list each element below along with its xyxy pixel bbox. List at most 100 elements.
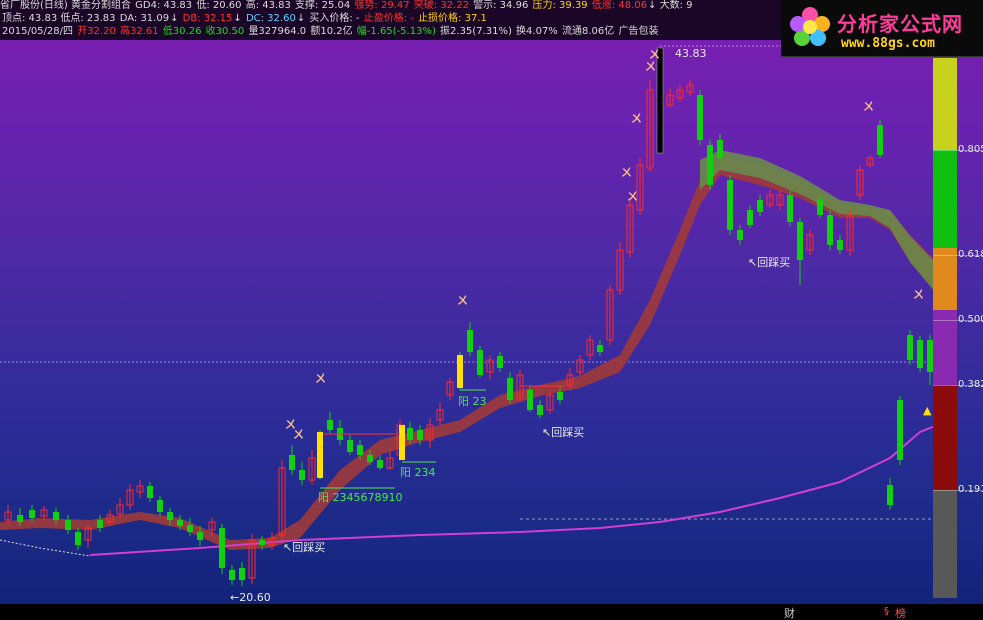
yang-signal-bar-2 [457, 355, 463, 388]
header-line-3: 2015/05/28/四 开32.20 高32.61 低30.26 收30.50… [2, 26, 659, 38]
candle-22-body [239, 568, 245, 580]
line3-field-6: 额10.2亿 [310, 26, 356, 37]
line1-field-3: 高: 43.83 [242, 0, 291, 11]
yang-label-2: 阳 234 [400, 466, 436, 479]
candle-14-body [157, 500, 163, 512]
candle-18-body [197, 532, 203, 540]
low-price-label: ←20.60 [230, 591, 271, 604]
line2-field-0: 顶点: 43.83 低点: 23.83 [2, 13, 116, 24]
line2-field-1: DA: 31.09 [116, 13, 170, 24]
line3-field-0: 2015/05/28/四 [2, 26, 77, 37]
trend-ribbon-green [700, 150, 935, 292]
sell-signal-icon-8: ㄨ [649, 48, 660, 61]
candle-6-body [75, 532, 81, 545]
candle-31-body [327, 420, 333, 430]
line2-field-5: DC: 32.60 [245, 13, 296, 24]
candle-39-body [407, 428, 413, 440]
candle-20-body [219, 528, 225, 568]
line2-field-8: 止盈价格: - [363, 13, 418, 24]
fib-label-3: 0.382 [958, 379, 983, 390]
candle-81-body [827, 215, 833, 245]
sell-signal-icon-7: ㄨ [645, 60, 656, 73]
yang-signal-bar-0 [317, 432, 323, 478]
bottom-tab-bar: 财 § 榜 [0, 604, 983, 620]
tab-ranking[interactable]: 榜 [895, 605, 906, 620]
candle-49-body [507, 378, 513, 400]
candle-1-body [17, 515, 23, 522]
sell-signal-icon-3: ㄨ [457, 294, 468, 307]
line3-field-2: 高32.61 [120, 26, 162, 37]
candle-82-body [837, 240, 843, 250]
tab-finance[interactable]: 财 [784, 605, 795, 620]
candle-77-body [787, 195, 793, 222]
candle-45-body [467, 330, 473, 352]
fib-label-4: 0.191 [958, 484, 983, 495]
candle-46-body [477, 350, 483, 375]
candle-87-body [887, 485, 893, 505]
candle-36-body [377, 460, 383, 468]
sell-signal-icon-1: ㄨ [293, 428, 304, 441]
candle-58-body [597, 345, 603, 352]
line2-field-9: 止损价格: 37.1 [418, 13, 487, 24]
candle-28-body [299, 470, 305, 480]
candle-17-body [187, 525, 193, 532]
tab-marker-icon: § [884, 606, 889, 617]
candle-73-body [747, 210, 753, 225]
fib-label-2: 0.500 [958, 314, 983, 325]
line2-field-4: ↓ [233, 13, 245, 24]
line1-field-5: 强势: 29.47 [351, 0, 410, 11]
candle-33-body [347, 440, 353, 452]
candle-78-body [797, 222, 803, 260]
scale-band-2 [933, 248, 957, 310]
fib-label-1: 0.618 [958, 249, 983, 260]
sell-signal-icon-2: ㄨ [315, 372, 326, 385]
flower-logo-icon [790, 7, 830, 46]
sell-signal-icon-5: ㄨ [627, 190, 638, 203]
candle-13-body [147, 486, 153, 498]
scale-band-0 [933, 58, 957, 150]
fib-label-0: 0.805 [958, 144, 983, 155]
line3-field-5: 量327964.0 [248, 26, 310, 37]
line1-field-6: 突破: 32.22 [410, 0, 469, 11]
line3-field-1: 开32.20 [77, 26, 119, 37]
sell-signal-icon-6: ㄨ [631, 112, 642, 125]
line1-field-1: GD4: 43.83 [131, 0, 193, 11]
pullback-buy-label-1: ↖回踩买 [283, 541, 325, 554]
logo-title: 分析家公式网 [837, 12, 963, 36]
line3-field-10: 流通8.06亿 [562, 26, 618, 37]
sell-signal-icon-9: ㄨ [863, 100, 874, 113]
logo-url: www.88gs.com [841, 36, 935, 51]
candle-8-body [97, 520, 103, 528]
scale-band-1 [933, 150, 957, 248]
candle-52-body [537, 405, 543, 415]
scale-band-4 [933, 385, 957, 490]
candle-27-body [289, 455, 295, 470]
yang-label-3: 阳 23 [458, 395, 487, 408]
candle-5-body [65, 520, 71, 530]
line3-field-11: 广告包装 [618, 26, 659, 37]
candle-2-body [29, 510, 35, 518]
kline-chart-svg[interactable]: ㄨㄨㄨㄨㄨㄨㄨㄨㄨㄨㄨㄨ▲43.83←20.60↖回踩买↖回踩买↖回踩买阳 23… [0, 0, 983, 604]
high-price-label: 43.83 [675, 47, 707, 60]
line2-field-2: ↓ [170, 13, 182, 24]
candle-86-body [877, 125, 883, 155]
line2-field-3: DB: 32.15 [182, 13, 233, 24]
scale-band-5 [933, 490, 957, 598]
sell-signal-icon-10: ㄨ [913, 288, 924, 301]
candle-24-body [259, 540, 265, 545]
line3-field-3: 低30.26 [162, 26, 205, 37]
pullback-buy-label-3: ↖回踩买 [748, 256, 790, 269]
pullback-buy-label-2: ↖回踩买 [542, 426, 584, 439]
candle-70-body [717, 140, 723, 158]
line1-field-2: 低: 20.60 [193, 0, 242, 11]
candle-34-body [357, 445, 363, 455]
candle-15-body [167, 512, 173, 520]
app-window: ㄨㄨㄨㄨㄨㄨㄨㄨㄨㄨㄨㄨ▲43.83←20.60↖回踩买↖回踩买↖回踩买阳 23… [0, 0, 983, 620]
yang-label-1: 阳 2345678910 [318, 491, 402, 504]
kline-chart-area[interactable]: ㄨㄨㄨㄨㄨㄨㄨㄨㄨㄨㄨㄨ▲43.83←20.60↖回踩买↖回踩买↖回踩买阳 23… [0, 0, 983, 604]
line2-field-6: ↓ [296, 13, 306, 24]
candle-21-body [229, 570, 235, 580]
candle-4-body [53, 512, 59, 520]
site-logo[interactable]: 分析家公式网 www.88gs.com [781, 0, 983, 57]
line1-field-7: 警示: 34.96 [469, 0, 529, 11]
